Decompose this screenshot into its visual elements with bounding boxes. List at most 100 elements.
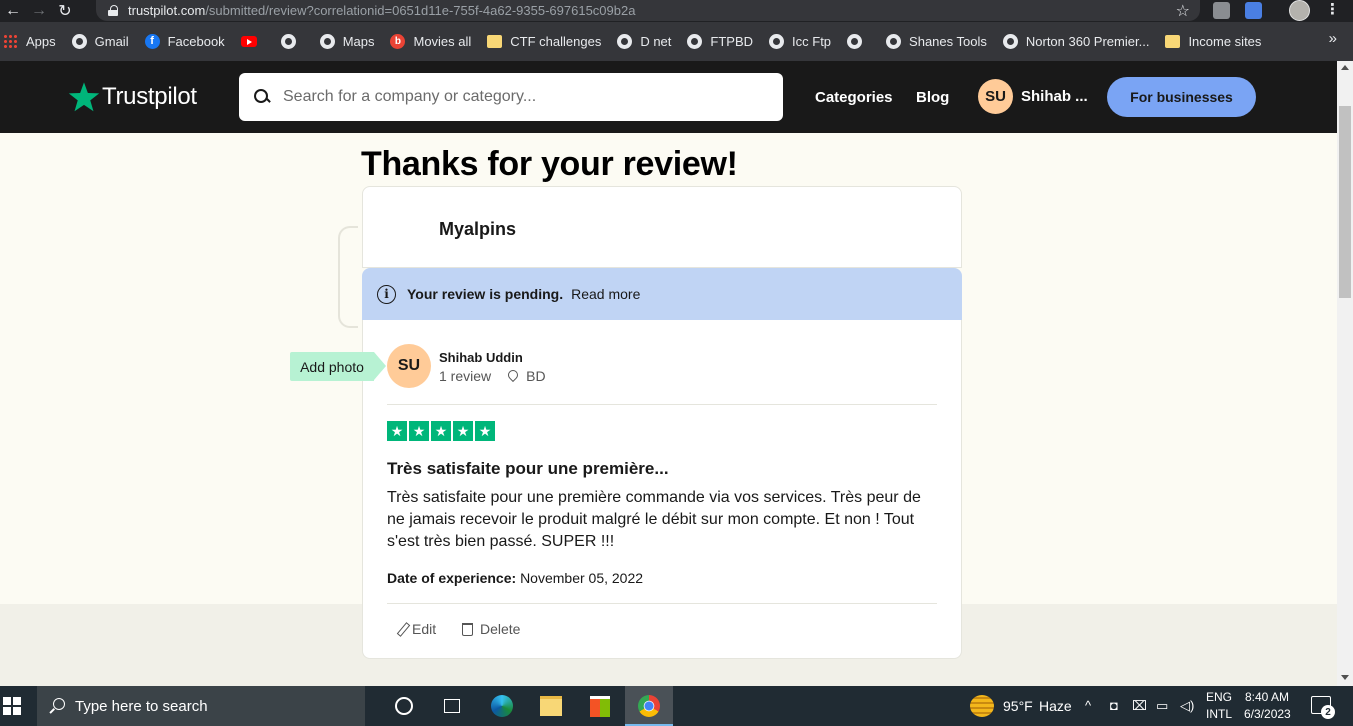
network-disconnected-icon[interactable]: ⌧ [1132, 698, 1147, 714]
reviewer-country: BD [526, 368, 546, 384]
page-title: Thanks for your review! [361, 145, 738, 183]
nav-blog[interactable]: Blog [916, 89, 949, 106]
clock-time[interactable]: 8:40 AM [1245, 690, 1289, 704]
taskbar-search[interactable]: Type here to search [37, 686, 365, 726]
bookmark-ftpbd[interactable]: FTPBD [687, 34, 753, 49]
bookmark-shanes-tools[interactable]: Shanes Tools [886, 34, 987, 49]
edge-icon[interactable] [487, 691, 517, 721]
star-icon: ★ [431, 421, 451, 441]
trustpilot-logo[interactable]: Trustpilot [68, 81, 197, 113]
read-more-link[interactable]: Read more [571, 286, 640, 302]
weather-temperature[interactable]: 95°F [1003, 698, 1033, 714]
weather-condition[interactable]: Haze [1039, 698, 1072, 714]
show-hidden-icons-chevron-icon[interactable]: ^ [1085, 698, 1091, 713]
profile-avatar[interactable] [1289, 0, 1310, 21]
scroll-thumb[interactable] [1339, 106, 1351, 298]
site-header: Trustpilot Categories Blog SU Shihab ...… [0, 61, 1337, 133]
review-body: Très satisfaite pour une première comman… [387, 489, 921, 550]
bookmark-globe[interactable] [280, 34, 304, 49]
date-label: Date of experience: [387, 570, 517, 586]
bookmark-movies[interactable]: b Movies all [390, 34, 471, 49]
bookmark-globe-2[interactable] [847, 34, 870, 49]
taskbar-search-placeholder: Type here to search [75, 697, 208, 715]
haze-weather-icon[interactable] [970, 695, 994, 717]
delete-button[interactable]: Delete [462, 621, 520, 637]
back-arrow-icon[interactable]: ← [0, 0, 26, 22]
more-bookmarks-chevron-icon[interactable]: » [1329, 30, 1337, 47]
chrome-icon[interactable] [634, 691, 664, 721]
pending-text: Your review is pending. [407, 286, 564, 302]
forward-arrow-icon[interactable]: → [26, 0, 52, 22]
keyboard-layout[interactable]: INTL [1206, 707, 1232, 721]
folder-icon [487, 35, 503, 48]
add-photo-button[interactable]: Add photo [290, 352, 386, 381]
extension-icon[interactable] [1213, 2, 1230, 19]
star-icon: ★ [453, 421, 473, 441]
reload-icon[interactable]: ↻ [52, 0, 78, 22]
google-translate-icon[interactable] [1245, 2, 1262, 19]
bookmark-icc-ftp[interactable]: Icc Ftp [769, 34, 831, 49]
clock-date[interactable]: 6/3/2023 [1244, 707, 1291, 721]
movies-icon: b [390, 34, 406, 49]
nav-categories[interactable]: Categories [815, 89, 893, 106]
bookmark-youtube[interactable] [240, 36, 265, 47]
facebook-icon: f [144, 34, 160, 49]
edit-button[interactable]: Edit [396, 621, 436, 637]
bookmark-label: Movies all [413, 34, 472, 49]
folder-icon [1165, 35, 1181, 48]
task-view-icon[interactable] [437, 691, 467, 721]
globe-icon [71, 34, 87, 49]
bookmark-dnet[interactable]: D net [617, 34, 671, 49]
url-path: /submitted/review?correlationid=0651d11e… [205, 3, 636, 18]
decorative-bracket [338, 226, 358, 328]
bookmark-label: Apps [26, 34, 56, 49]
star-icon: ★ [475, 421, 495, 441]
reviewer-avatar: SU [387, 344, 431, 388]
bookmark-gmail[interactable]: Gmail [71, 34, 129, 49]
review-title: Très satisfaite pour une première... [387, 459, 669, 478]
file-explorer-icon[interactable] [536, 691, 566, 721]
search-box[interactable] [239, 73, 783, 121]
bookmark-facebook[interactable]: f Facebook [144, 34, 225, 49]
bookmark-label: FTPBD [710, 34, 754, 49]
bookmark-norton[interactable]: Norton 360 Premier... [1002, 34, 1149, 49]
globe-icon [886, 34, 902, 49]
company-card: Myalpins [362, 186, 962, 268]
scroll-down-arrow-icon[interactable] [1341, 675, 1349, 680]
page-scrollbar[interactable] [1337, 61, 1353, 686]
bookmark-label: Shanes Tools [909, 34, 987, 49]
star-icon: ★ [409, 421, 429, 441]
apps-grid-icon [3, 34, 18, 49]
store-icon[interactable] [585, 691, 615, 721]
bookmark-ctf[interactable]: CTF challenges [487, 34, 601, 49]
globe-icon [617, 34, 633, 49]
bookmark-income-sites[interactable]: Income sites [1165, 34, 1261, 49]
display-icon[interactable]: ▭ [1156, 698, 1168, 714]
user-menu[interactable]: SU Shihab ... [978, 79, 1088, 114]
date-value: November 05, 2022 [520, 570, 644, 586]
bookmark-label: D net [640, 34, 672, 49]
language-indicator[interactable]: ENG [1206, 690, 1232, 704]
globe-icon [1002, 34, 1018, 49]
windows-start-icon[interactable] [3, 697, 21, 715]
cortana-icon[interactable] [389, 691, 419, 721]
volume-icon[interactable]: ◁) [1180, 698, 1194, 714]
bookmark-apps[interactable]: Apps [3, 34, 56, 49]
search-icon [49, 698, 65, 714]
lock-icon [108, 5, 118, 16]
globe-icon [687, 34, 703, 49]
bookmark-star-icon[interactable]: ☆ [1176, 1, 1190, 21]
url-host: trustpilot.com [128, 3, 206, 18]
reviewer-name: Shihab Uddin [439, 350, 523, 365]
bookmark-label: Gmail [94, 34, 129, 49]
search-input[interactable] [283, 88, 763, 106]
company-name[interactable]: Myalpins [439, 219, 516, 240]
youtube-icon [240, 36, 257, 47]
for-businesses-button[interactable]: For businesses [1107, 77, 1256, 117]
menu-kebab-icon[interactable]: ⋮ [1325, 0, 1340, 18]
bookmark-maps[interactable]: Maps [319, 34, 374, 49]
globe-icon [319, 34, 335, 49]
address-bar[interactable]: trustpilot.com/submitted/review?correlat… [96, 0, 1200, 21]
meet-now-icon[interactable]: ◘ [1110, 698, 1118, 713]
scroll-up-arrow-icon[interactable] [1341, 65, 1349, 70]
